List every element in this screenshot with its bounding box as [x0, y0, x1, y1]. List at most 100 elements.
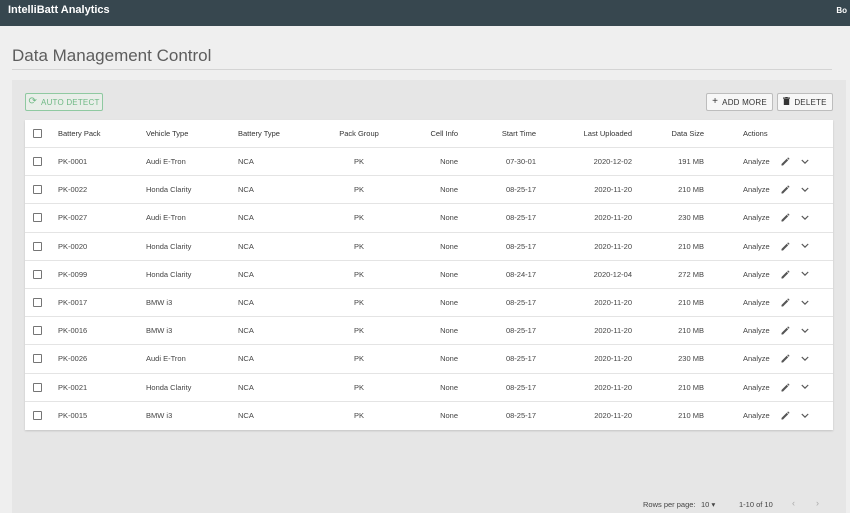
analyze-link[interactable]: Analyze — [743, 148, 770, 175]
column-header-battery-type[interactable]: Battery Type — [238, 120, 280, 147]
table-row[interactable]: PK-0017 BMW i3 NCA PK None 08-25-17 2020-11-20… — [25, 289, 833, 318]
select-all-checkbox[interactable] — [33, 120, 43, 147]
cell-data-size: 191 MB — [678, 157, 704, 167]
table-row[interactable]: PK-0001 Audi E-Tron NCA PK None 07-30-01 2020-… — [25, 148, 833, 177]
cell-battery-type: NCA — [238, 298, 254, 308]
column-header-last-uploaded[interactable]: Last Uploaded — [565, 120, 632, 147]
table-row[interactable]: PK-0016 BMW i3 NCA PK None 08-25-17 2020-11-20… — [25, 317, 833, 346]
row-checkbox[interactable] — [33, 374, 43, 401]
cell-cell-info: None — [440, 241, 458, 251]
pencil-icon[interactable] — [779, 176, 791, 203]
table-row[interactable]: PK-0026 Audi E-Tron NCA PK None 08-25-17 2020-… — [25, 345, 833, 374]
pencil-icon[interactable] — [779, 289, 791, 316]
cell-last-uploaded: 2020-11-20 — [594, 213, 632, 223]
chevron-down-icon[interactable] — [799, 345, 811, 372]
analyze-link[interactable]: Analyze — [743, 204, 770, 231]
table-row[interactable]: PK-0021 Honda Clarity NCA PK None 08-25-17 202… — [25, 374, 833, 402]
pencil-icon[interactable] — [779, 204, 791, 231]
column-header-data-size[interactable]: Data Size — [655, 120, 704, 147]
chevron-left-icon[interactable]: ‹ — [792, 498, 795, 508]
row-checkbox[interactable] — [33, 402, 43, 430]
column-header-start-time[interactable]: Start Time — [475, 120, 536, 147]
column-header-pack-group[interactable]: Pack Group — [325, 120, 393, 147]
column-header-vehicle-type[interactable]: Vehicle Type — [146, 120, 188, 147]
cell-data-size: 230 MB — [678, 354, 704, 364]
cell-start-time: 08-25-17 — [505, 298, 536, 308]
cell-cell-info: None — [440, 298, 458, 308]
row-checkbox[interactable] — [33, 148, 43, 175]
pencil-icon[interactable] — [779, 261, 791, 288]
cell-last-uploaded: 2020-11-20 — [594, 354, 632, 364]
title-divider — [12, 69, 832, 70]
cell-cell-info: None — [440, 269, 458, 279]
pencil-icon[interactable] — [779, 374, 791, 401]
pencil-icon[interactable] — [779, 233, 791, 260]
cell-pack-group: PK — [353, 269, 364, 279]
pencil-icon[interactable] — [779, 345, 791, 372]
chevron-down-icon[interactable] — [799, 317, 811, 344]
cell-battery-type: NCA — [238, 382, 254, 392]
cell-last-uploaded: 2020-12-04 — [593, 269, 632, 279]
user-menu[interactable]: Bo — [836, 6, 847, 15]
cell-cell-info: None — [440, 382, 458, 392]
pencil-icon[interactable] — [779, 402, 791, 430]
row-checkbox[interactable] — [33, 261, 43, 288]
table-row[interactable]: PK-0022 Honda Clarity NCA PK None 08-25-17 202… — [25, 176, 833, 205]
table-row[interactable]: PK-0020 Honda Clarity NCA PK None 08-25-17 202… — [25, 233, 833, 261]
cell-data-size: 230 MB — [678, 213, 704, 223]
chevron-down-icon[interactable] — [799, 402, 811, 430]
row-checkbox[interactable] — [33, 176, 43, 203]
analyze-link[interactable]: Analyze — [743, 233, 770, 260]
analyze-link[interactable]: Analyze — [743, 402, 770, 430]
column-header-battery-pack[interactable]: Battery Pack — [58, 120, 101, 147]
pencil-icon[interactable] — [779, 148, 791, 175]
cell-vehicle-type: Audi E-Tron — [146, 157, 186, 167]
analyze-link[interactable]: Analyze — [743, 261, 770, 288]
chevron-down-icon[interactable] — [799, 176, 811, 203]
cell-pack-group: PK — [353, 213, 364, 223]
cell-cell-info: None — [440, 411, 458, 421]
chevron-right-icon[interactable]: › — [816, 498, 819, 508]
table-row[interactable]: PK-0015 BMW i3 NCA PK None 08-25-17 2020-11-20… — [25, 402, 833, 430]
analyze-link[interactable]: Analyze — [743, 374, 770, 401]
cell-pack-group: PK — [353, 411, 364, 421]
cell-data-size: 210 MB — [678, 326, 704, 336]
delete-button[interactable]: DELETE — [777, 93, 833, 111]
analyze-link[interactable]: Analyze — [743, 345, 770, 372]
rows-per-page-label: Rows per page: — [643, 500, 696, 509]
column-header-cell-info[interactable]: Cell Info — [405, 120, 458, 147]
cell-last-uploaded: 2020-11-20 — [594, 382, 632, 392]
auto-detect-button[interactable]: ⟳ AUTO DETECT — [25, 93, 103, 111]
cell-battery-pack: PK-0017 — [58, 298, 88, 308]
analyze-link[interactable]: Analyze — [743, 176, 770, 203]
column-header-actions: Actions — [743, 129, 768, 138]
pagination-range: 1-10 of 10 — [739, 500, 773, 509]
cell-start-time: 07-30-01 — [505, 157, 536, 167]
chevron-down-icon[interactable] — [799, 233, 811, 260]
cell-cell-info: None — [440, 185, 458, 195]
table-header-row: Battery Pack Vehicle Type Battery Type P… — [25, 120, 833, 148]
pencil-icon[interactable] — [779, 317, 791, 344]
chevron-down-icon[interactable] — [799, 289, 811, 316]
rows-per-page-select[interactable]: 10 ▾ — [701, 500, 715, 509]
row-checkbox[interactable] — [33, 345, 43, 372]
table-body: PK-0001 Audi E-Tron NCA PK None 07-30-01 2020-… — [25, 148, 833, 430]
analyze-link[interactable]: Analyze — [743, 289, 770, 316]
cell-cell-info: None — [440, 157, 458, 167]
chevron-down-icon[interactable] — [799, 261, 811, 288]
table-row[interactable]: PK-0099 Honda Clarity NCA PK None 08-24-17 202… — [25, 261, 833, 289]
cell-vehicle-type: BMW i3 — [146, 326, 173, 336]
add-more-label: ADD MORE — [722, 97, 767, 107]
cell-start-time: 08-24-17 — [505, 269, 536, 279]
row-checkbox[interactable] — [33, 317, 43, 344]
row-checkbox[interactable] — [33, 289, 43, 316]
row-checkbox[interactable] — [33, 204, 43, 231]
chevron-down-icon[interactable] — [799, 204, 811, 231]
row-checkbox[interactable] — [33, 233, 43, 260]
analyze-link[interactable]: Analyze — [743, 317, 770, 344]
chevron-down-icon[interactable] — [799, 374, 811, 401]
table-row[interactable]: PK-0027 Audi E-Tron NCA PK None 08-25-17 2020-… — [25, 204, 833, 233]
add-more-button[interactable]: + ADD MORE — [706, 93, 773, 111]
chevron-down-icon[interactable] — [799, 148, 811, 175]
cell-data-size: 210 MB — [678, 241, 704, 251]
